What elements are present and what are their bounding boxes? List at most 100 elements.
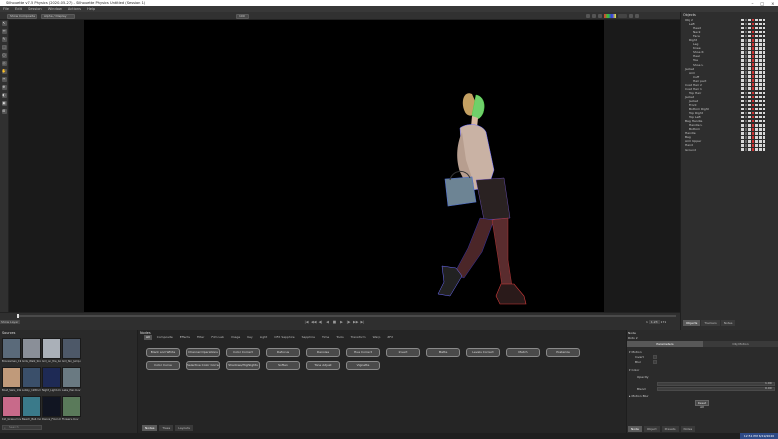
node-button-matte[interactable]: Matte [426, 348, 460, 357]
source-thumbnail[interactable] [62, 396, 81, 417]
toggle-icon[interactable] [741, 87, 744, 91]
toggle-icon[interactable] [755, 111, 758, 115]
source-thumbnail[interactable] [22, 367, 41, 388]
source-thumbnail[interactable] [42, 396, 61, 417]
toggle-icon[interactable] [741, 75, 744, 78]
toggle-icon[interactable] [741, 140, 744, 143]
toggle-icon[interactable] [755, 144, 758, 147]
toggle-icon[interactable] [748, 71, 751, 74]
tool-icon-8[interactable]: ⊕ [1, 85, 7, 90]
toggle-icon[interactable] [755, 91, 758, 95]
toggle-icon[interactable] [758, 95, 762, 99]
toggle-icon[interactable] [744, 127, 748, 131]
channels-icon[interactable] [604, 14, 616, 18]
properties-bottom-tab-notes[interactable]: Notes [680, 426, 696, 432]
node-button-hue-correct[interactable]: Hue Correct [346, 348, 380, 357]
blend-slider[interactable] [657, 387, 775, 391]
frame-current[interactable]: 1.23 [648, 320, 660, 324]
toggle-icon[interactable] [758, 132, 762, 135]
toggle-icon[interactable] [755, 47, 758, 50]
toggle-icon[interactable] [741, 83, 744, 87]
nodes-bottom-tab-trees[interactable]: Trees [159, 425, 174, 431]
toggle-icon[interactable] [762, 59, 766, 62]
toggle-icon[interactable] [762, 127, 766, 131]
toggle-icon[interactable] [748, 95, 751, 99]
toggle-icon[interactable] [741, 148, 744, 151]
properties-bottom-tab-node[interactable]: Node [628, 426, 642, 432]
tool-icon-2[interactable]: ✎ [1, 37, 7, 42]
node-button-defocus[interactable]: Defocus [266, 348, 300, 357]
toggle-icon[interactable] [748, 34, 751, 38]
toggle-icon[interactable] [755, 38, 758, 42]
toggle-icon[interactable] [744, 63, 748, 66]
toggle-icon[interactable] [762, 75, 766, 78]
toggle-icon[interactable] [751, 51, 755, 54]
toggle-icon[interactable] [744, 38, 748, 42]
toggle-icon[interactable] [758, 71, 762, 74]
toggle-icon[interactable] [762, 34, 766, 38]
toggle-icon[interactable] [741, 132, 744, 135]
toggle-icon[interactable] [748, 51, 751, 54]
tool-icon-6[interactable]: ✋ [1, 69, 7, 74]
channel-select-dropdown[interactable] [618, 14, 627, 18]
toggle-icon[interactable] [744, 107, 748, 111]
toggle-icon[interactable] [748, 67, 751, 70]
toggle-icon[interactable] [751, 103, 755, 107]
toggle-icon[interactable] [755, 127, 758, 131]
toggle-icon[interactable] [744, 140, 748, 143]
toggle-icon[interactable] [748, 26, 751, 30]
node-button-black-and-white[interactable]: Black and White [146, 348, 180, 357]
playback-button-3[interactable]: ◀ [325, 320, 330, 325]
toggle-icon[interactable] [751, 119, 755, 123]
toggle-icon[interactable] [758, 148, 762, 151]
tool-icon-4[interactable]: ○ [1, 53, 7, 58]
color-section[interactable]: ▾ Color [629, 368, 639, 372]
toggle-icon[interactable] [741, 30, 744, 34]
node-tab-composite[interactable]: Composite [155, 335, 175, 340]
node-button-channel-operations[interactable]: Channel Operations [186, 348, 220, 357]
toggle-icon[interactable] [755, 67, 758, 70]
motion-blur-section[interactable]: ▸ Motion Blur [629, 394, 649, 398]
tab-parameters[interactable]: Parameters [627, 341, 703, 347]
playback-button-8[interactable]: ▶| [360, 320, 365, 325]
toggle-icon[interactable] [755, 59, 758, 62]
magnifier-icon[interactable] [586, 14, 590, 18]
toggle-icon[interactable] [751, 18, 755, 22]
toggle-icon[interactable] [755, 18, 758, 22]
toggle-icon[interactable] [744, 71, 748, 74]
toggle-icon[interactable] [751, 47, 755, 50]
toggle-icon[interactable] [755, 115, 758, 119]
toggle-icon[interactable] [748, 148, 751, 151]
node-button-shadows-highlights[interactable]: Shadows/Highlights [226, 361, 260, 370]
toggle-icon[interactable] [744, 103, 748, 107]
node-button-vignette[interactable]: Vignette [346, 361, 380, 370]
toggle-icon[interactable] [744, 83, 748, 87]
toggle-icon[interactable] [744, 34, 748, 38]
blend-value[interactable]: 0.00 [765, 386, 772, 390]
toggle-icon[interactable] [758, 119, 762, 123]
toggle-icon[interactable] [751, 38, 755, 42]
toggle-icon[interactable] [762, 123, 766, 127]
cursor-icon[interactable] [635, 14, 639, 18]
tool-icon-5[interactable]: ◇ [1, 61, 7, 66]
node-button-selective-color-correct[interactable]: Selective Color Correct [186, 361, 220, 370]
toggle-icon[interactable] [748, 115, 751, 119]
timeline-bar[interactable]: Show Layer |◀ ◀◀ ◀| ◀ ■ ▶ |▶ ▶▶ ▶| 1 1.23 171 [0, 312, 680, 330]
toggle-icon[interactable] [758, 107, 762, 111]
node-tab-transform[interactable]: Transform [349, 335, 368, 340]
view-select-dropdown[interactable]: Alpha / Display [41, 13, 75, 19]
toggle-icon[interactable] [744, 136, 748, 139]
toggle-icon[interactable] [751, 83, 755, 87]
tool-icon-1[interactable]: ↔ [1, 29, 7, 34]
toggle-icon[interactable] [744, 59, 748, 62]
node-tab-zfx[interactable]: ZFX [385, 335, 395, 340]
toggle-icon[interactable] [755, 30, 758, 34]
toggle-icon[interactable] [741, 67, 744, 70]
toggle-icon[interactable] [748, 22, 751, 26]
toggle-icon[interactable] [751, 148, 755, 151]
close-icon[interactable]: × [771, 1, 774, 6]
toggle-icon[interactable] [751, 59, 755, 62]
toggle-icon[interactable] [744, 67, 748, 70]
toggle-icon[interactable] [744, 75, 748, 78]
node-tab-sapphire[interactable]: Sapphire [300, 335, 317, 340]
